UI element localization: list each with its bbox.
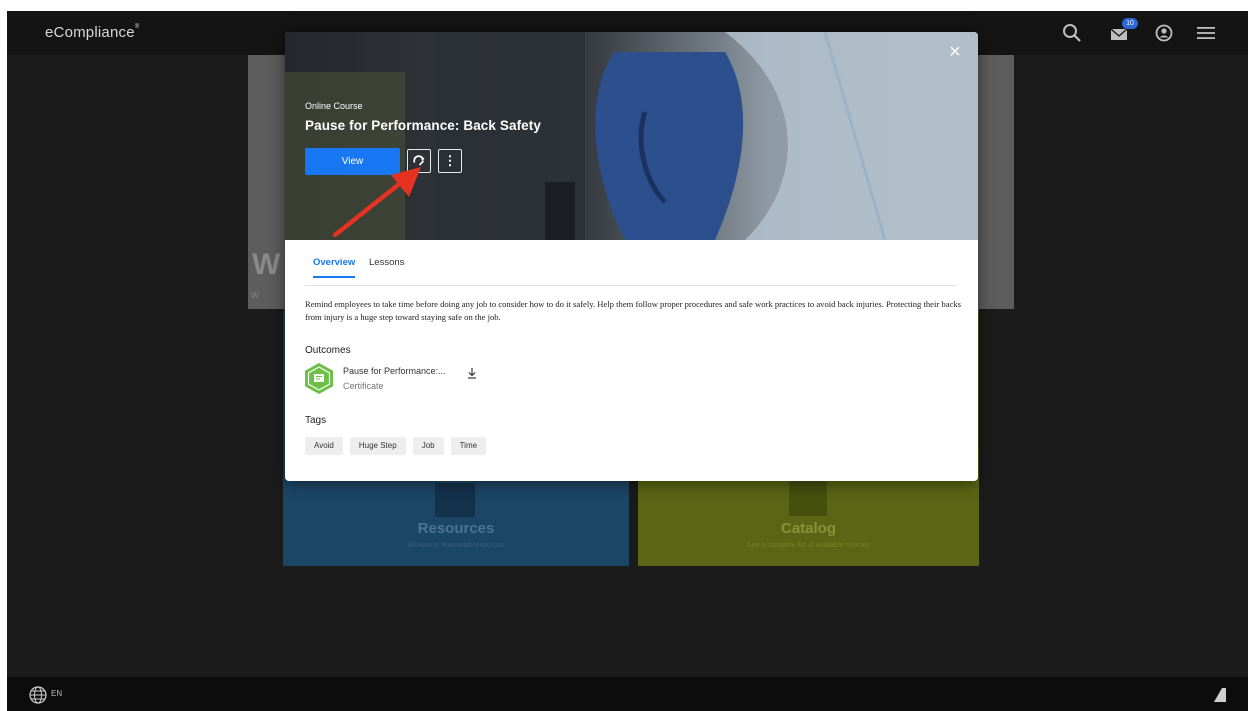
course-title: Pause for Performance: Back Safety bbox=[305, 118, 541, 133]
course-description: Remind employees to take time before doi… bbox=[305, 299, 961, 322]
tab-overview[interactable]: Overview bbox=[313, 257, 356, 278]
language-label[interactable]: EN bbox=[51, 689, 62, 698]
mail-count-badge: 10 bbox=[1122, 18, 1138, 29]
catalog-tile-subtitle: See a complete list of available courses bbox=[747, 542, 870, 549]
certificate-icon bbox=[305, 363, 333, 394]
app-frame: W W Resources Browse or download resourc… bbox=[7, 11, 1248, 711]
globe-icon[interactable] bbox=[29, 686, 47, 704]
close-icon[interactable]: × bbox=[945, 42, 965, 62]
tag-item[interactable]: Job bbox=[412, 437, 444, 455]
tag-list: Avoid Huge Step Job Time bbox=[305, 437, 487, 455]
more-options-button[interactable]: ⋮ bbox=[438, 149, 462, 173]
tag-item[interactable]: Avoid bbox=[305, 437, 343, 455]
hamburger-menu-icon[interactable] bbox=[1194, 21, 1218, 45]
brand-mark-icon bbox=[1214, 688, 1226, 702]
brand-logo[interactable]: eCompliance® bbox=[45, 24, 139, 41]
search-icon[interactable] bbox=[1060, 21, 1084, 45]
bottom-bar: EN bbox=[7, 677, 1248, 711]
tags-heading: Tags bbox=[305, 415, 327, 426]
outcome-name: Pause for Performance:... bbox=[343, 366, 446, 376]
catalog-tile-title: Catalog bbox=[780, 520, 836, 537]
resources-tile-subtitle: Browse or download resources bbox=[407, 542, 505, 549]
tag-item[interactable]: Huge Step bbox=[349, 437, 406, 455]
brand-name: eCompliance bbox=[45, 24, 135, 41]
resources-tile-title: Resources bbox=[417, 520, 495, 537]
background-hero-subtitle: W bbox=[251, 291, 259, 300]
tab-lessons[interactable]: Lessons bbox=[369, 257, 404, 276]
course-type-label: Online Course bbox=[305, 101, 363, 111]
outcome-type: Certificate bbox=[343, 381, 384, 391]
outcomes-heading: Outcomes bbox=[305, 345, 351, 356]
background-hero-title: W bbox=[252, 248, 281, 281]
annotation-arrow bbox=[332, 167, 421, 238]
tag-item[interactable]: Time bbox=[450, 437, 487, 455]
resources-icon bbox=[435, 483, 475, 517]
course-tabs: Overview Lessons bbox=[305, 250, 957, 286]
resources-tile[interactable]: Resources Browse or download resources bbox=[283, 479, 629, 566]
user-account-icon[interactable] bbox=[1152, 21, 1176, 45]
mail-icon[interactable]: 10 bbox=[1108, 18, 1138, 45]
catalog-icon bbox=[789, 476, 827, 516]
course-detail-modal: × Online Course Pause for Performance: B… bbox=[285, 32, 978, 481]
download-icon[interactable] bbox=[466, 367, 478, 379]
trademark-mark: ® bbox=[134, 24, 140, 30]
